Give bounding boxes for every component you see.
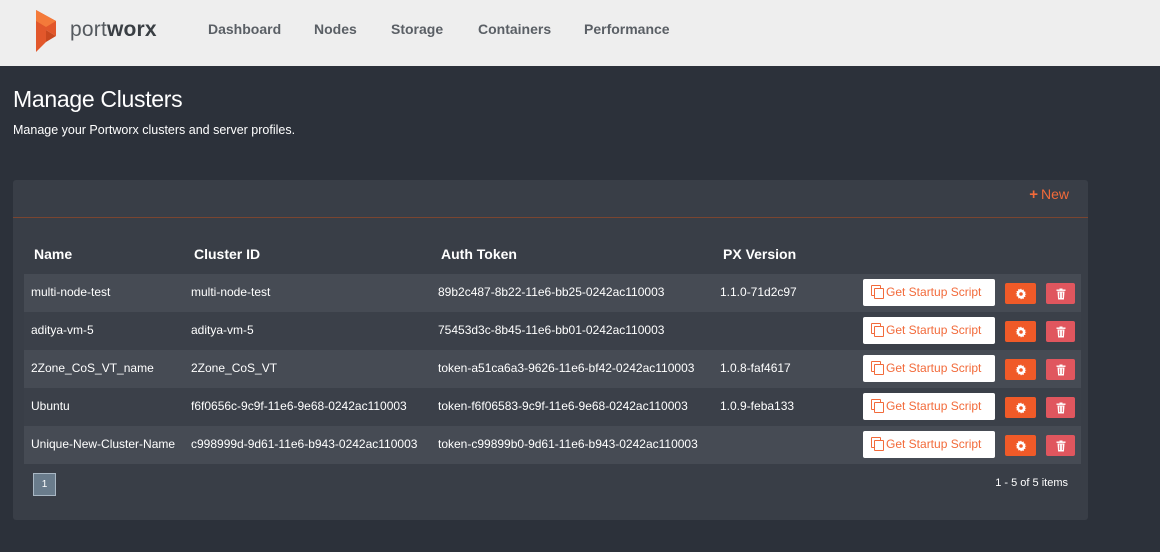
cluster-name: Ubuntu [31,399,70,413]
settings-button[interactable] [1005,321,1036,342]
get-startup-script-label: Get Startup Script [886,361,982,375]
settings-button[interactable] [1005,283,1036,304]
portworx-logo-icon [36,10,56,52]
cluster-name: aditya-vm-5 [31,323,94,337]
get-startup-script-label: Get Startup Script [886,437,982,451]
copy-icon [871,399,884,413]
settings-button[interactable] [1005,359,1036,380]
cluster-name: 2Zone_CoS_VT_name [31,361,154,375]
settings-button[interactable] [1005,397,1036,418]
auth-token: token-a51ca6a3-9626-11e6-bf42-0242ac1100… [438,361,695,375]
page-subtitle: Manage your Portworx clusters and server… [13,123,296,137]
new-cluster-label: New [1040,186,1069,202]
get-startup-script-label: Get Startup Script [886,285,982,299]
get-startup-script-button[interactable]: Get Startup Script [863,317,995,344]
copy-icon [871,361,884,375]
delete-button[interactable] [1046,435,1075,456]
table-row: multi-node-test multi-node-test 89b2c487… [24,274,1081,312]
get-startup-script-button[interactable]: Get Startup Script [863,355,995,382]
gear-icon [1015,288,1026,299]
top-navbar: portworx Dashboard Nodes Storage Contain… [0,0,1160,66]
px-version: 1.1.0-71d2c97 [720,285,797,299]
cluster-id: multi-node-test [191,285,271,299]
auth-token: token-c99899b0-9d61-11e6-b943-0242ac1100… [438,437,698,451]
panel-header: + New [13,180,1088,218]
nav-containers[interactable]: Containers [478,21,551,37]
cluster-id: c998999d-9d61-11e6-b943-0242ac110003 [191,437,418,451]
clusters-panel: + New Name Cluster ID Auth Token PX Versi… [13,180,1088,520]
plus-icon: + [1029,186,1038,203]
gear-icon [1015,364,1026,375]
table-row: Unique-New-Cluster-Name c998999d-9d61-11… [24,426,1081,464]
px-version: 1.0.9-feba133 [720,399,795,413]
nav-nodes[interactable]: Nodes [314,21,357,37]
pagination-summary: 1 - 5 of 5 items [995,477,1068,489]
column-header-px-version[interactable]: PX Version [723,246,796,262]
gear-icon [1015,402,1026,413]
settings-button[interactable] [1005,435,1036,456]
trash-icon [1056,288,1065,299]
nav-storage[interactable]: Storage [391,21,443,37]
table-row: aditya-vm-5 aditya-vm-5 75453d3c-8b45-11… [24,312,1081,350]
copy-icon [871,437,884,451]
get-startup-script-button[interactable]: Get Startup Script [863,431,995,458]
get-startup-script-label: Get Startup Script [886,323,982,337]
px-version: 1.0.8-faf4617 [720,361,791,375]
cluster-name: multi-node-test [31,285,111,299]
delete-button[interactable] [1046,321,1075,342]
auth-token: 89b2c487-8b22-11e6-bb25-0242ac110003 [438,285,665,299]
nav-performance[interactable]: Performance [584,21,670,37]
copy-icon [871,285,884,299]
table-row: Ubuntu f6f0656c-9c9f-11e6-9e68-0242ac110… [24,388,1081,426]
table-row: 2Zone_CoS_VT_name 2Zone_CoS_VT token-a51… [24,350,1081,388]
delete-button[interactable] [1046,397,1075,418]
trash-icon [1056,326,1065,337]
column-header-cluster-id[interactable]: Cluster ID [194,246,260,262]
cluster-id: aditya-vm-5 [191,323,254,337]
auth-token: 75453d3c-8b45-11e6-bb01-0242ac110003 [438,323,665,337]
trash-icon [1056,364,1065,375]
gear-icon [1015,326,1026,337]
cluster-name: Unique-New-Cluster-Name [31,437,176,451]
pagination-page-1[interactable]: 1 [33,473,56,496]
cluster-id: 2Zone_CoS_VT [191,361,278,375]
trash-icon [1056,402,1065,413]
trash-icon [1056,440,1065,451]
column-header-auth-token[interactable]: Auth Token [441,246,517,262]
gear-icon [1015,440,1026,451]
new-cluster-button[interactable]: + New [1029,186,1069,203]
nav-dashboard[interactable]: Dashboard [208,21,281,37]
brand-name: portworx [70,18,157,41]
portworx-logo[interactable]: portworx [32,8,162,54]
delete-button[interactable] [1046,283,1075,304]
get-startup-script-label: Get Startup Script [886,399,982,413]
copy-icon [871,323,884,337]
page-title: Manage Clusters [13,86,183,112]
column-header-name[interactable]: Name [34,246,72,262]
get-startup-script-button[interactable]: Get Startup Script [863,279,995,306]
cluster-id: f6f0656c-9c9f-11e6-9e68-0242ac110003 [191,399,407,413]
delete-button[interactable] [1046,359,1075,380]
get-startup-script-button[interactable]: Get Startup Script [863,393,995,420]
auth-token: token-f6f06583-9c9f-11e6-9e68-0242ac1100… [438,399,688,413]
